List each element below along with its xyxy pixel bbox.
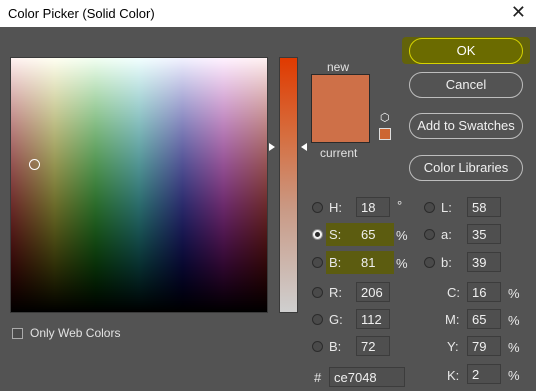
color-field[interactable] <box>10 57 268 313</box>
a-input[interactable] <box>467 224 501 244</box>
window-title: Color Picker (Solid Color) <box>8 6 155 21</box>
blue-input[interactable] <box>356 336 390 356</box>
radio-s[interactable] <box>312 229 323 240</box>
h-label: H: <box>329 200 342 215</box>
radio-blue[interactable] <box>312 341 323 352</box>
lab-b-label: b: <box>441 255 452 270</box>
only-web-colors-checkbox[interactable] <box>12 328 23 339</box>
blue-label: B: <box>329 339 342 354</box>
hex-label: # <box>314 370 322 385</box>
hex-input[interactable] <box>329 367 405 387</box>
add-to-swatches-button[interactable]: Add to Swatches <box>409 113 523 139</box>
h-input[interactable] <box>356 197 390 217</box>
l-label: L: <box>441 200 452 215</box>
close-icon[interactable]: ✕ <box>511 2 526 22</box>
k-input[interactable] <box>467 364 501 384</box>
saturation-slider[interactable] <box>279 57 298 313</box>
g-input[interactable] <box>356 309 390 329</box>
s-input[interactable] <box>356 224 390 244</box>
y-input[interactable] <box>467 336 501 356</box>
y-unit: % <box>508 340 520 355</box>
c-label: C: <box>447 285 460 300</box>
color-preview-swatch <box>311 74 370 143</box>
cube-icon[interactable]: ⬡ <box>380 113 390 124</box>
web-safe-swatch[interactable] <box>379 128 391 140</box>
s-unit: % <box>396 228 408 243</box>
c-input[interactable] <box>467 282 501 302</box>
radio-lab-b[interactable] <box>424 257 435 268</box>
b-input[interactable] <box>356 252 390 272</box>
c-unit: % <box>508 286 520 301</box>
b-label: B: <box>329 255 342 270</box>
y-label: Y: <box>447 339 459 354</box>
color-libraries-button[interactable]: Color Libraries <box>409 155 523 181</box>
b-unit: % <box>396 256 408 271</box>
color-field-marker[interactable] <box>29 159 40 170</box>
m-label: M: <box>445 312 460 327</box>
a-label: a: <box>441 227 452 242</box>
slider-arrow-left-icon[interactable] <box>269 143 275 151</box>
lab-b-input[interactable] <box>467 252 501 272</box>
m-input[interactable] <box>467 309 501 329</box>
radio-l[interactable] <box>424 202 435 213</box>
new-label: new <box>327 60 350 74</box>
radio-a[interactable] <box>424 229 435 240</box>
radio-b[interactable] <box>312 257 323 268</box>
g-label: G: <box>329 312 343 327</box>
slider-arrow-right-icon[interactable] <box>301 143 307 151</box>
cancel-button[interactable]: Cancel <box>409 72 523 98</box>
m-unit: % <box>508 313 520 328</box>
radio-r[interactable] <box>312 287 323 298</box>
ok-button[interactable]: OK <box>409 38 523 64</box>
radio-h[interactable] <box>312 202 323 213</box>
only-web-colors-label: Only Web Colors <box>30 326 121 340</box>
title-bar: Color Picker (Solid Color) ✕ <box>0 0 536 27</box>
k-label: K: <box>447 368 460 383</box>
s-label: S: <box>329 227 342 242</box>
r-label: R: <box>329 285 342 300</box>
current-label: current <box>320 146 358 160</box>
r-input[interactable] <box>356 282 390 302</box>
k-unit: % <box>508 368 520 383</box>
h-unit: ° <box>397 198 403 213</box>
radio-g[interactable] <box>312 314 323 325</box>
l-input[interactable] <box>467 197 501 217</box>
